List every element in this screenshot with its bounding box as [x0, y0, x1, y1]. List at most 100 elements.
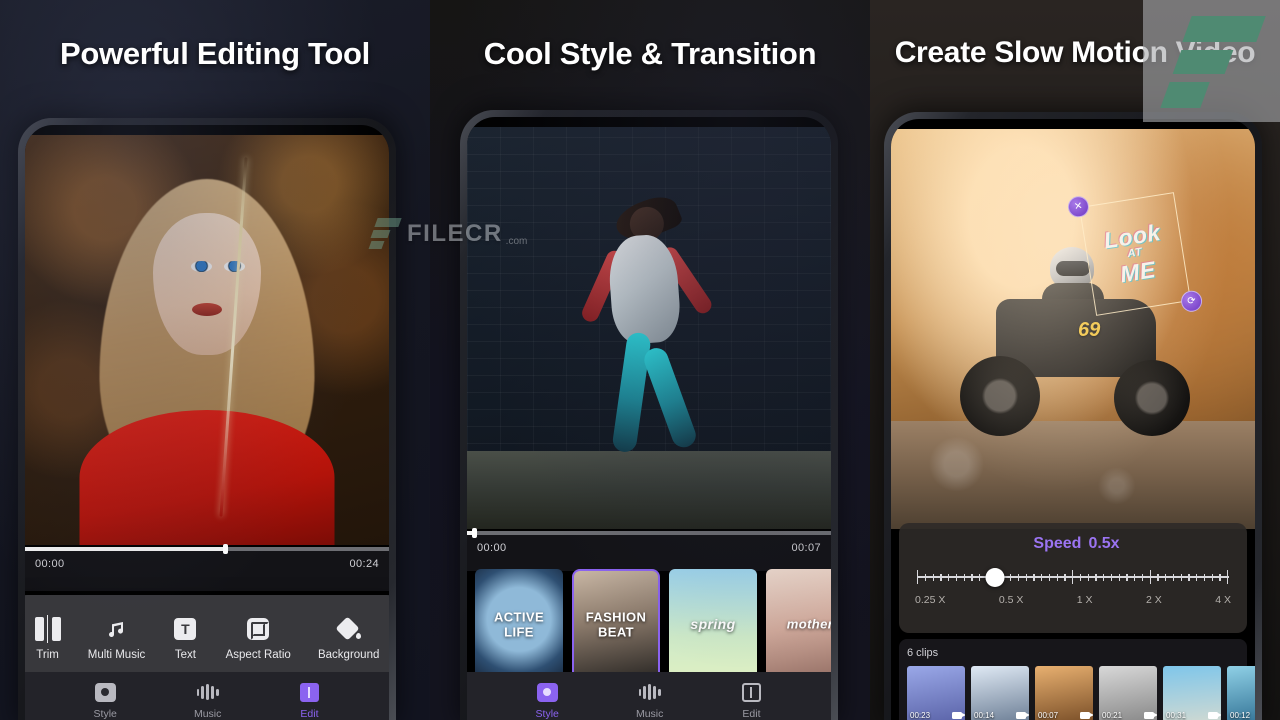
- panel-3-heading: Create Slow Motion Video: [894, 36, 1256, 69]
- atv-wheel-right: [1114, 360, 1190, 436]
- portrait-face: [153, 213, 261, 355]
- panel-create-slow-motion-video: Create Slow Motion Video 69 Look AT ME ✕…: [870, 0, 1280, 720]
- style-card-label-3: spring: [690, 616, 736, 633]
- toolbar-item-multi-music[interactable]: Multi Music: [87, 616, 146, 661]
- bottom-nav-label-style-1: Style: [93, 708, 117, 720]
- speed-title: Speed 0.5x: [913, 535, 1233, 553]
- timeline-1: 00:00 00:24: [25, 544, 389, 591]
- video-camera-icon: [1016, 712, 1029, 719]
- video-preview-dancer[interactable]: [467, 127, 831, 529]
- bottom-nav-1: Style Music Edit: [25, 672, 389, 720]
- portrait-eye-left: [191, 261, 212, 272]
- clips-row: 00:23 00:14 00:07 00:21 00:31 00:12: [907, 666, 1255, 720]
- speed-label: Speed: [1033, 535, 1082, 552]
- speed-tick-label-4: 4 X: [1215, 594, 1231, 606]
- clip-thumbnail[interactable]: 00:23: [907, 666, 965, 720]
- atv-race-number: 69: [1078, 319, 1101, 341]
- portrait-eye-right: [224, 261, 245, 272]
- bottom-nav-item-music-2[interactable]: Music: [636, 681, 663, 720]
- bottom-nav-item-music-1[interactable]: Music: [194, 681, 221, 720]
- bottom-nav-2: Style Music Edit: [467, 672, 831, 720]
- style-icon: [94, 681, 116, 703]
- phone-mockup-1: 00:00 00:24 Trim Multi Music T Text Aspe…: [18, 118, 396, 720]
- clips-tray: 6 clips 00:23 00:14 00:07 00:21 00:31 00…: [899, 639, 1255, 720]
- speed-control-panel: Speed 0.5x 0.25 X 0.5 X 1 X 2 X 4 X: [899, 523, 1247, 633]
- edit-icon: [298, 681, 320, 703]
- bottom-nav-item-style-1[interactable]: Style: [94, 681, 117, 720]
- clip-thumbnail[interactable]: 00:14: [971, 666, 1029, 720]
- timeline-track-1[interactable]: [25, 544, 389, 554]
- sticker-line-3: ME: [1118, 255, 1158, 288]
- timeline-playhead-1[interactable]: [223, 544, 229, 554]
- speed-slider-knob[interactable]: [985, 568, 1005, 587]
- edit-icon: [740, 681, 762, 703]
- dance-floor: [467, 451, 831, 529]
- style-card-label-2: FASHION BEAT: [585, 609, 647, 639]
- clip-duration: 00:14: [974, 711, 995, 720]
- portrait-red-dress: [79, 410, 335, 545]
- speed-tick-label-3: 2 X: [1146, 594, 1162, 606]
- phone-1-screen: 00:00 00:24 Trim Multi Music T Text Aspe…: [25, 125, 389, 720]
- timeline-track-2[interactable]: [467, 528, 831, 538]
- speed-slider-ticks: [917, 570, 1229, 584]
- speed-tick-labels: 0.25 X 0.5 X 1 X 2 X 4 X: [913, 594, 1233, 606]
- speed-tick-label-1: 0.5 X: [998, 594, 1024, 606]
- clip-duration: 00:31: [1166, 711, 1187, 720]
- timeline-2: 00:00 00:07: [467, 528, 831, 571]
- timeline-playhead-2[interactable]: [472, 528, 478, 538]
- style-card-mother[interactable]: mother: [766, 569, 831, 681]
- trim-icon: [34, 614, 61, 643]
- video-camera-icon: [1208, 712, 1221, 719]
- toolbar-label-trim: Trim: [36, 648, 59, 661]
- timeline-start-1: 00:00: [35, 558, 65, 570]
- toolbar-item-background[interactable]: Background: [318, 615, 379, 661]
- toolbar-item-text[interactable]: T Text: [172, 616, 198, 661]
- phone-mockup-3: 69 Look AT ME ✕ ⟳ Speed 0.5x 0.25 X 0.5 …: [884, 112, 1262, 720]
- clip-duration: 00:07: [1038, 711, 1059, 720]
- video-camera-icon: [1144, 712, 1157, 719]
- style-icon: [536, 681, 558, 703]
- speed-tick-label-0: 0.25 X: [915, 594, 946, 606]
- style-card-fashion-beat[interactable]: FASHION BEAT: [572, 569, 660, 681]
- bottom-nav-label-edit-1: Edit: [300, 708, 319, 720]
- bottom-nav-label-music-1: Music: [193, 708, 222, 720]
- toolbar-label-multi-music: Multi Music: [87, 648, 146, 661]
- panel-powerful-editing-tool: Powerful Editing Tool 00:00 00:24 Trim M…: [0, 0, 430, 720]
- bottom-nav-item-edit-2[interactable]: Edit: [740, 681, 762, 720]
- clip-duration: 00:23: [910, 711, 931, 720]
- atv-wheel-left: [960, 356, 1040, 436]
- style-card-active-life[interactable]: ACTIVE LIFE: [475, 569, 563, 681]
- timeline-start-2: 00:00: [477, 542, 507, 554]
- video-preview-portrait[interactable]: [25, 135, 389, 545]
- music-note-icon: [104, 616, 130, 642]
- dancer-figure: [576, 190, 721, 455]
- toolbar-item-aspect-ratio[interactable]: Aspect Ratio: [226, 616, 291, 661]
- waveform-icon: [196, 681, 219, 703]
- bottom-nav-item-style-2[interactable]: Style: [536, 681, 559, 720]
- style-card-spring[interactable]: spring: [669, 569, 757, 681]
- speed-slider[interactable]: [917, 568, 1229, 587]
- timeline-times-1: 00:00 00:24: [25, 551, 389, 570]
- style-template-strip: ACTIVE LIFE FASHION BEAT spring mother: [467, 569, 831, 687]
- clip-thumbnail[interactable]: 00:31: [1163, 666, 1221, 720]
- clip-thumbnail[interactable]: 00:12: [1227, 666, 1255, 720]
- panel-1-heading: Powerful Editing Tool: [60, 36, 370, 71]
- sticker-text: Look AT ME: [1079, 192, 1191, 316]
- clip-thumbnail[interactable]: 00:21: [1099, 666, 1157, 720]
- bottom-nav-item-edit-1[interactable]: Edit: [298, 681, 320, 720]
- phone-2-screen: 00:00 00:07 ACTIVE LIFE FASHION BEAT spr…: [467, 117, 831, 720]
- video-camera-icon: [1080, 712, 1093, 719]
- toolbar-label-text: Text: [174, 648, 196, 661]
- text-sticker-overlay[interactable]: Look AT ME ✕ ⟳: [1066, 192, 1204, 316]
- speed-value: 0.5x: [1088, 535, 1120, 552]
- bottom-nav-label-style-2: Style: [535, 708, 559, 720]
- video-preview-atv[interactable]: 69 Look AT ME ✕ ⟳: [891, 129, 1255, 529]
- toolbar-item-trim[interactable]: Trim: [34, 614, 61, 661]
- aspect-ratio-icon: [245, 616, 271, 642]
- style-card-label-1: ACTIVE LIFE: [493, 609, 545, 639]
- timeline-times-2: 00:00 00:07: [467, 535, 831, 554]
- bottom-nav-label-music-2: Music: [635, 708, 664, 720]
- clip-thumbnail[interactable]: 00:07: [1035, 666, 1093, 720]
- phone-3-screen: 69 Look AT ME ✕ ⟳ Speed 0.5x 0.25 X 0.5 …: [891, 119, 1255, 720]
- timeline-end-1: 00:24: [349, 558, 379, 570]
